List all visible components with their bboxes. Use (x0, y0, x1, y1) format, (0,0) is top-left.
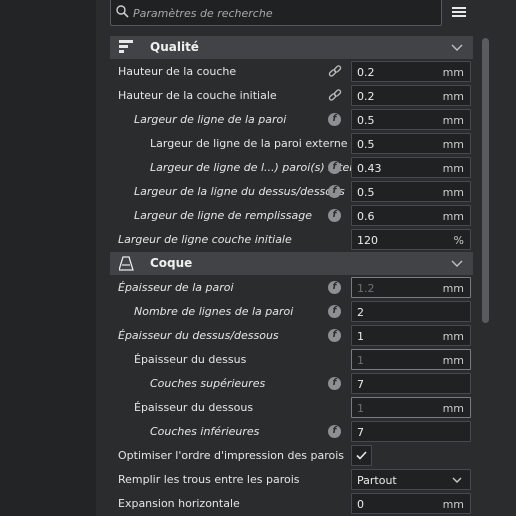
setting-label: Couches inférieures (150, 425, 260, 438)
setting-label: Hauteur de la couche initiale (118, 89, 277, 102)
setting-label: Épaisseur du dessus (134, 353, 247, 366)
setting-outer-wall-line-width: Largeur de ligne de la paroi externe 0.5… (110, 132, 473, 156)
function-icon[interactable]: f (328, 377, 341, 390)
search-input[interactable] (131, 3, 435, 23)
top-bottom-thickness-input[interactable]: 1 mm (351, 325, 471, 346)
top-thickness-input[interactable]: 1 mm (351, 349, 471, 370)
infill-line-width-input[interactable]: 0.6 mm (351, 205, 471, 226)
top-bottom-line-width-input[interactable]: 0.5 mm (351, 181, 471, 202)
function-icon[interactable]: f (328, 209, 341, 222)
initial-layer-height-input[interactable]: 0.2 mm (351, 85, 471, 106)
left-sidebar (0, 0, 97, 516)
section-quality-header[interactable]: Qualité (110, 36, 473, 59)
setting-label: Largeur de ligne de la paroi externe (150, 137, 348, 150)
chevron-down-icon (452, 477, 462, 483)
initial-layer-line-width-input[interactable]: 120 % (351, 229, 471, 250)
setting-horizontal-expansion: Expansion horizontale 0 mm (110, 492, 473, 516)
setting-initial-layer-line-width: Largeur de ligne couche initiale 120 % (110, 228, 473, 252)
setting-label: Couches supérieures (150, 377, 266, 390)
search-box[interactable] (110, 0, 442, 26)
quality-icon (119, 40, 133, 53)
chevron-down-icon (451, 44, 463, 51)
setting-label: Largeur de ligne de remplissage (134, 209, 313, 222)
hamburger-menu-icon[interactable] (452, 5, 466, 19)
fill-gaps-dropdown[interactable]: Partout (351, 469, 471, 490)
setting-top-bottom-line-width: Largeur de la ligne du dessus/dessous f … (110, 180, 473, 204)
check-icon (356, 451, 367, 460)
setting-label: Expansion horizontale (118, 497, 240, 510)
setting-bottom-thickness: Épaisseur du dessous 1 mm (110, 396, 473, 420)
scrollbar[interactable] (482, 38, 489, 323)
section-shell-header[interactable]: Coque (110, 252, 473, 275)
section-shell-title: Coque (150, 256, 193, 270)
setting-wall-line-count: Nombre de lignes de la paroi f 2 (110, 300, 473, 324)
setting-infill-line-width: Largeur de ligne de remplissage f 0.6 mm (110, 204, 473, 228)
setting-top-layers: Couches supérieures f 7 (110, 372, 473, 396)
link-icon[interactable] (328, 89, 342, 103)
bottom-thickness-input[interactable]: 1 mm (351, 397, 471, 418)
setting-label: Épaisseur de la paroi (118, 281, 234, 294)
wall-line-count-input[interactable]: 2 (351, 301, 471, 322)
shell-icon (119, 256, 134, 271)
setting-label: Nombre de lignes de la paroi (134, 305, 294, 318)
setting-wall-line-width: Largeur de ligne de la paroi f 0.5 mm (110, 108, 473, 132)
top-layers-input[interactable]: 7 (351, 373, 471, 394)
setting-label: Largeur de la ligne du dessus/dessous (134, 185, 345, 198)
layer-height-input[interactable]: 0.2 mm (351, 61, 471, 82)
setting-layer-height: Hauteur de la couche 0.2 mm (110, 60, 473, 84)
function-icon[interactable]: f (328, 185, 341, 198)
search-icon (116, 5, 129, 18)
setting-label: Hauteur de la couche (118, 65, 237, 78)
setting-label: Épaisseur du dessus/dessous (118, 329, 279, 342)
setting-inner-wall-line-width: Largeur de ligne de l...) paroi(s) inter… (110, 156, 473, 180)
wall-line-width-input[interactable]: 0.5 mm (351, 109, 471, 130)
function-icon[interactable]: f (328, 281, 341, 294)
setting-label: Remplir les trous entre les parois (118, 473, 300, 486)
setting-top-bottom-thickness: Épaisseur du dessus/dessous f 1 mm (110, 324, 473, 348)
section-quality-title: Qualité (150, 40, 199, 54)
settings-panel: Qualité Hauteur de la couche 0.2 mm Haut… (96, 0, 516, 516)
setting-label: Largeur de ligne de l...) paroi(s) inter… (150, 161, 382, 174)
setting-fill-gaps: Remplir les trous entre les parois Parto… (110, 468, 473, 492)
function-icon[interactable]: f (328, 305, 341, 318)
setting-initial-layer-height: Hauteur de la couche initiale 0.2 mm (110, 84, 473, 108)
function-icon[interactable]: f (328, 161, 341, 174)
setting-label: Épaisseur du dessous (134, 401, 254, 414)
function-icon[interactable]: f (328, 329, 341, 342)
function-icon[interactable]: f (328, 113, 341, 126)
outer-wall-line-width-input[interactable]: 0.5 mm (351, 133, 471, 154)
function-icon[interactable]: f (328, 425, 341, 438)
chevron-down-icon (451, 260, 463, 267)
setting-label: Optimiser l'ordre d'impression des paroi… (118, 449, 344, 462)
setting-label: Largeur de ligne couche initiale (118, 233, 292, 246)
wall-thickness-input[interactable]: 1.2 mm (351, 277, 471, 298)
link-icon[interactable] (328, 65, 342, 79)
settings-list: Qualité Hauteur de la couche 0.2 mm Haut… (110, 36, 473, 516)
setting-bottom-layers: Couches inférieures f 7 (110, 420, 473, 444)
bottom-layers-input[interactable]: 7 (351, 421, 471, 442)
setting-wall-thickness: Épaisseur de la paroi f 1.2 mm (110, 276, 473, 300)
horizontal-expansion-input[interactable]: 0 mm (351, 493, 471, 514)
setting-top-thickness: Épaisseur du dessus 1 mm (110, 348, 473, 372)
setting-label: Largeur de ligne de la paroi (134, 113, 287, 126)
inner-wall-line-width-input[interactable]: 0.43 mm (351, 157, 471, 178)
optimize-wall-order-checkbox[interactable] (351, 445, 372, 466)
setting-optimize-wall-order: Optimiser l'ordre d'impression des paroi… (110, 444, 473, 468)
